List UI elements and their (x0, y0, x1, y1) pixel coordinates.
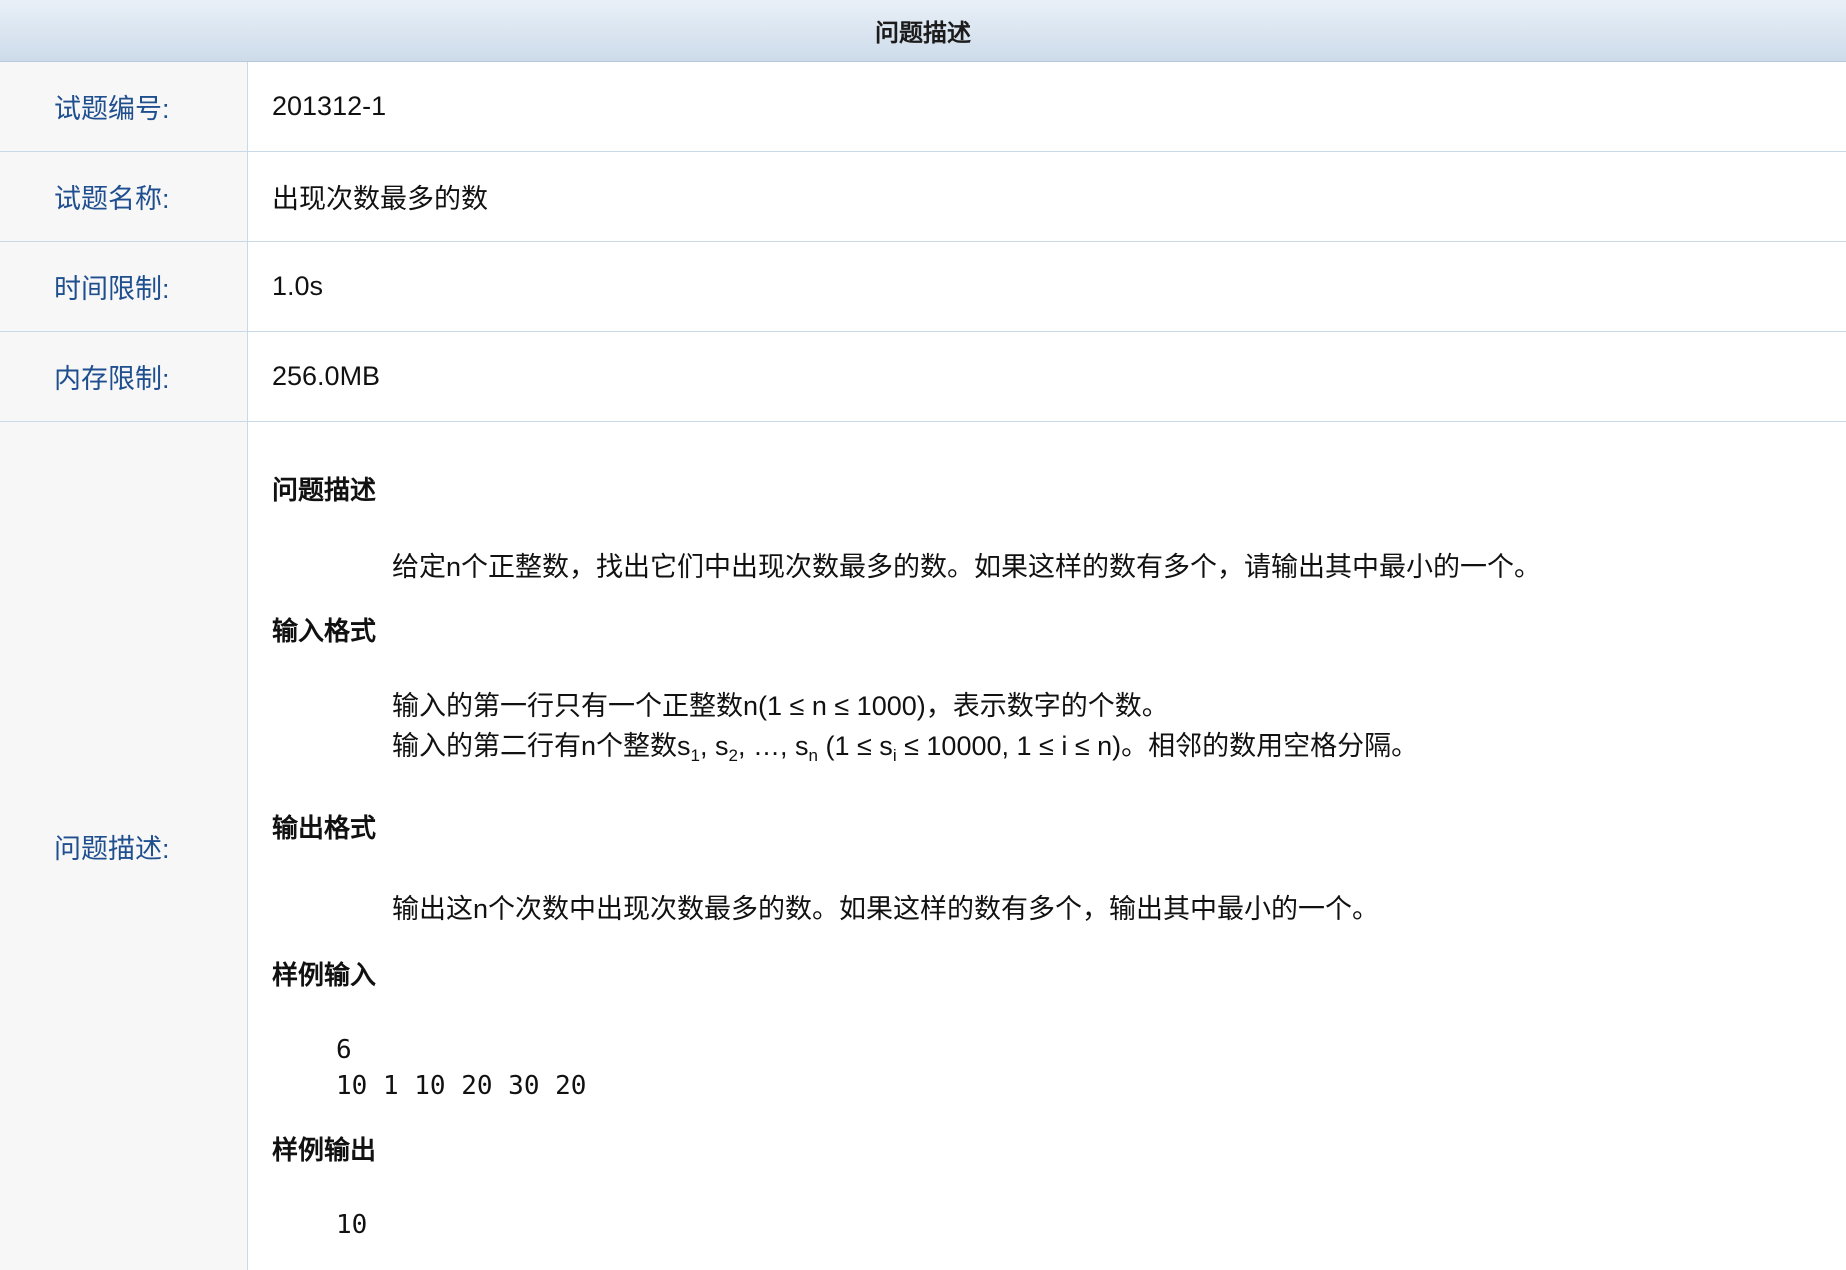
field-value: 201312-1 (272, 91, 387, 121)
sample-output-code: 10 (336, 1207, 1846, 1243)
problem-section-title: 问题描述 (272, 475, 377, 505)
header-title: 问题描述 (875, 20, 971, 47)
field-value: 1.0s (272, 271, 324, 301)
sample-input-line: 10 1 10 20 30 20 (336, 1071, 587, 1101)
field-value: 256.0MB (272, 361, 381, 391)
field-label: 试题编号: (0, 62, 248, 151)
sample-input-line: 6 (336, 1035, 352, 1065)
sample-input-code: 6 10 1 10 20 30 20 (336, 1032, 1846, 1104)
field-row-id: 试题编号: 201312-1 (0, 62, 1846, 152)
description-row: 问题描述: 问题描述 给定n个正整数，找出它们中出现次数最多的数。如果这样的数有… (0, 422, 1846, 1270)
sample-input-title: 样例输入 (272, 960, 377, 990)
field-label: 内存限制: (0, 332, 248, 421)
output-text: 输出这n个次数中出现次数最多的数。如果这样的数有多个，输出其中最小的一个。 (392, 894, 1380, 924)
description-content: 问题描述 给定n个正整数，找出它们中出现次数最多的数。如果这样的数有多个，请输出… (248, 422, 1846, 1270)
sample-output-title: 样例输出 (272, 1135, 377, 1165)
description-label: 问题描述: (0, 422, 248, 1270)
field-row-memory-limit: 内存限制: 256.0MB (0, 332, 1846, 422)
problem-page: 问题描述 试题编号: 201312-1 试题名称: 出现次数最多的数 时间限制:… (0, 0, 1846, 1270)
input-section-title: 输入格式 (272, 616, 377, 646)
field-row-name: 试题名称: 出现次数最多的数 (0, 152, 1846, 242)
field-label: 时间限制: (0, 242, 248, 331)
input-line-2: 输入的第二行有n个整数s1, s2, …, sn (1 ≤ si ≤ 10000… (392, 731, 1419, 765)
problem-text: 给定n个正整数，找出它们中出现次数最多的数。如果这样的数有多个，请输出其中最小的… (392, 552, 1542, 582)
output-section-title: 输出格式 (272, 813, 377, 843)
input-line-1: 输入的第一行只有一个正整数n(1 ≤ n ≤ 1000)，表示数字的个数。 (392, 691, 1169, 721)
page-header: 问题描述 (0, 0, 1846, 62)
field-row-time-limit: 时间限制: 1.0s (0, 242, 1846, 332)
field-label: 试题名称: (0, 152, 248, 241)
field-value: 出现次数最多的数 (272, 184, 488, 214)
sample-output-line: 10 (336, 1210, 368, 1240)
